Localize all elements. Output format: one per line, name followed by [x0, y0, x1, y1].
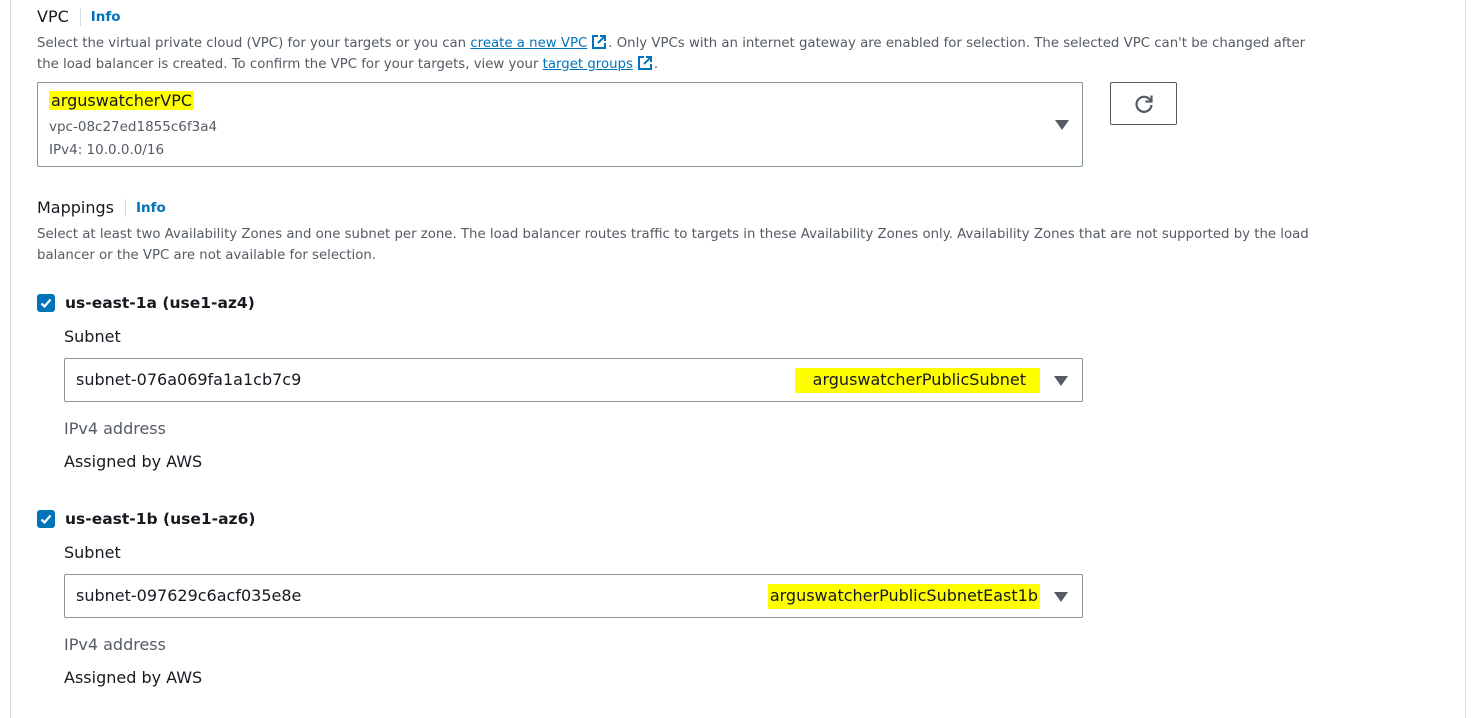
refresh-button[interactable]	[1110, 82, 1177, 125]
vpc-selected-cidr: IPv4: 10.0.0.0/16	[49, 142, 165, 158]
vpc-desc-text: .	[653, 57, 659, 72]
check-icon	[40, 298, 52, 309]
external-link-icon[interactable]	[590, 33, 608, 51]
highlight: arguswatcherVPC	[49, 91, 195, 110]
az-row-us-east-1a: us-east-1a (use1-az4)	[37, 294, 255, 312]
mappings-label: Mappings	[37, 198, 114, 217]
caret-down-icon	[1054, 376, 1068, 386]
refresh-icon	[1134, 95, 1153, 113]
vpc-selected-name: arguswatcherVPC	[49, 90, 195, 112]
mappings-info-link[interactable]: Info	[136, 200, 166, 216]
vpc-desc-text: the load balancer is created. To confirm…	[37, 57, 543, 72]
subnet-select-us-east-1a[interactable]: subnet-076a069fa1a1cb7c9 arguswatcherPub…	[64, 358, 1083, 402]
create-vpc-link[interactable]: create a new VPC	[470, 36, 587, 51]
vpc-select[interactable]: arguswatcherVPC vpc-08c27ed1855c6f3a4 IP…	[37, 82, 1083, 167]
az-label: us-east-1a (use1-az4)	[65, 294, 255, 312]
subnet-name: arguswatcherPublicSubnet	[794, 368, 1040, 393]
vpc-info-link[interactable]: Info	[91, 9, 121, 25]
vpc-selected-id: vpc-08c27ed1855c6f3a4	[49, 119, 218, 135]
subnet-label: Subnet	[64, 543, 121, 562]
mappings-desc-text: Select at least two Availability Zones a…	[37, 227, 1309, 242]
az-checkbox-us-east-1b[interactable]	[37, 510, 55, 528]
subnet-id: subnet-097629c6acf035e8e	[76, 586, 302, 605]
target-groups-link[interactable]: target groups	[543, 57, 633, 72]
az-label: us-east-1b (use1-az6)	[65, 510, 256, 528]
mappings-header: Mappings Info	[37, 198, 166, 217]
subnet-name: arguswatcherPublicSubnetEast1b	[767, 584, 1040, 609]
external-link-icon[interactable]	[636, 54, 654, 72]
caret-down-icon	[1054, 592, 1068, 602]
divider	[125, 198, 126, 217]
vpc-desc-text: . Only VPCs with an internet gateway are…	[608, 36, 1306, 51]
check-icon	[40, 514, 52, 525]
vpc-label: VPC	[37, 7, 69, 26]
caret-down-icon	[1055, 120, 1069, 130]
vpc-desc-text: Select the virtual private cloud (VPC) f…	[37, 36, 471, 51]
vpc-header: VPC Info	[37, 7, 121, 26]
ipv4-address-value: Assigned by AWS	[64, 452, 203, 471]
az-checkbox-us-east-1a[interactable]	[37, 294, 55, 312]
mappings-description: Select at least two Availability Zones a…	[37, 224, 1447, 266]
subnet-select-us-east-1b[interactable]: subnet-097629c6acf035e8e arguswatcherPub…	[64, 574, 1083, 618]
mappings-desc-text: balancer or the VPC are not available fo…	[37, 248, 377, 263]
subnet-id: subnet-076a069fa1a1cb7c9	[76, 370, 302, 389]
vpc-description: Select the virtual private cloud (VPC) f…	[37, 33, 1447, 75]
divider	[79, 7, 81, 26]
ipv4-address-value: Assigned by AWS	[64, 668, 203, 687]
highlight: arguswatcherPublicSubnet	[794, 368, 1040, 393]
subnet-label: Subnet	[64, 327, 121, 346]
az-row-us-east-1b: us-east-1b (use1-az6)	[37, 510, 255, 528]
highlight: arguswatcherPublicSubnetEast1b	[767, 584, 1040, 609]
ipv4-address-label: IPv4 address	[64, 635, 166, 654]
ipv4-address-label: IPv4 address	[64, 419, 166, 438]
